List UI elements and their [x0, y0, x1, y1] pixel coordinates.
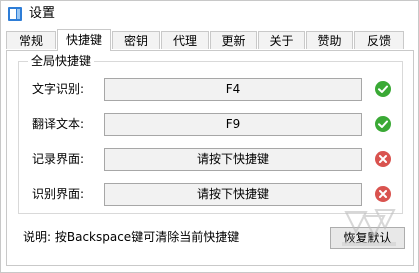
- record-label: 记录界面:: [32, 152, 85, 166]
- settings-window: 设置 常规 快捷键 密钥 代理 更新 关于 赞助 反馈 全局快捷键 文字识别: …: [0, 0, 419, 273]
- translate-label: 翻译文本:: [32, 117, 85, 131]
- tab-bar: 常规 快捷键 密钥 代理 更新 关于 赞助 反馈: [6, 29, 414, 51]
- error-icon: [375, 186, 391, 202]
- record-hotkey-field[interactable]: 请按下快捷键: [104, 148, 362, 171]
- tab-proxy[interactable]: 代理: [161, 31, 209, 49]
- check-icon: [375, 81, 391, 97]
- tab-update[interactable]: 更新: [210, 31, 257, 49]
- tab-feedback[interactable]: 反馈: [354, 31, 404, 49]
- error-icon: [375, 151, 391, 167]
- ocr-label: 文字识别:: [32, 82, 85, 96]
- tab-sponsor[interactable]: 赞助: [306, 31, 353, 49]
- group-title: 全局快捷键: [28, 53, 95, 69]
- tab-keys[interactable]: 密钥: [112, 31, 160, 49]
- translate-hotkey-field[interactable]: F9: [104, 113, 362, 136]
- window-title: 设置: [29, 6, 56, 21]
- app-icon: [8, 7, 22, 21]
- check-icon: [375, 116, 391, 132]
- title-bar: 设置: [1, 1, 418, 28]
- global-hotkeys-group: 全局快捷键 文字识别: F4 翻译文本: F9 记录界面: 请按下快捷键 识别界…: [18, 53, 403, 214]
- tab-about[interactable]: 关于: [258, 31, 305, 49]
- tab-general[interactable]: 常规: [6, 31, 56, 49]
- watermark-logo: [342, 209, 396, 246]
- hint-text: 说明: 按Backspace键可清除当前快捷键: [23, 230, 240, 244]
- recognize-label: 识别界面:: [32, 187, 85, 201]
- tab-hotkeys[interactable]: 快捷键: [57, 29, 111, 51]
- recognize-hotkey-field[interactable]: 请按下快捷键: [104, 183, 362, 206]
- ocr-hotkey-field[interactable]: F4: [104, 78, 362, 101]
